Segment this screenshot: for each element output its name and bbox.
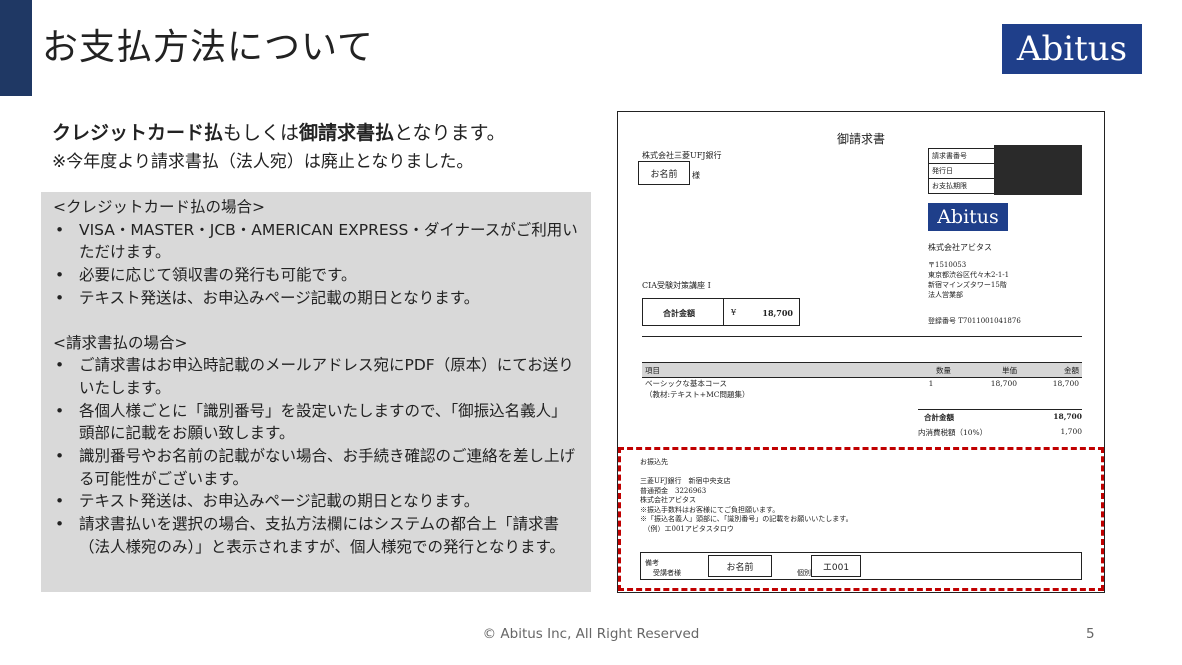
- remarks-label: 備考: [645, 559, 659, 567]
- list-item: 請求書払いを選択の場合、支払方法欄にはシステムの都合上「請求書（法人様宛のみ）」…: [53, 513, 581, 558]
- table-cell: （教材:テキスト+MC問題集）: [645, 390, 750, 399]
- payee-info: お振込先 三菱UFJ銀行 新宿中央支店 普通預金 3226963 株式会社アビタ…: [640, 458, 853, 534]
- sum-value: 18,700: [1053, 412, 1082, 421]
- invoice-items-table: 項目 数量 単価 金額 ベーシックな基本コース 1 18,700 18,700 …: [642, 362, 1082, 400]
- remarks-box: 備考 受講者様 個別番号 お名前 エ001: [640, 552, 1082, 580]
- yen-sign: ¥: [731, 308, 737, 317]
- address-line: 新宿マインズタワー15階: [928, 281, 1007, 289]
- redacted-block: [994, 145, 1082, 195]
- info-label: 発行日: [928, 163, 996, 179]
- payee-line: [640, 468, 853, 478]
- table-cell: [1020, 389, 1082, 400]
- intro-line-1: クレジットカード払もしくは御請求書払となります。: [52, 118, 597, 145]
- invoice-info-table: 請求書番号 発行日 お支払期限: [928, 148, 996, 194]
- list-item: テキスト発送は、お申込みページ記載の期日となります。: [53, 490, 581, 513]
- sum-row: 合計金額 18,700: [918, 409, 1082, 423]
- invoice-address: 〒1510053 東京都渋谷区代々木2-1-1 新宿マインズタワー15階 法人営…: [928, 260, 1009, 300]
- credit-heading: <クレジットカード払の場合>: [53, 198, 265, 216]
- invoice-company: 株式会社アビタス: [928, 243, 992, 252]
- invoice-sample: 御請求書 株式会社三菱UFJ銀行 お名前 様 請求書番号 発行日 お支払期限 A…: [617, 111, 1105, 593]
- table-cell: 1: [928, 379, 934, 388]
- address-line: 〒1510053: [928, 261, 967, 269]
- intro-text: クレジットカード払もしくは御請求書払となります。 ※今年度より請求書払（法人宛）…: [52, 118, 597, 172]
- table-cell: ベーシックな基本コース: [645, 379, 727, 388]
- payee-line: ※「振込名義人」頭部に、「識別番号」の記載をお願いいたします。: [640, 515, 853, 523]
- title-accent-bar: [0, 0, 32, 96]
- table-cell: [954, 389, 1020, 400]
- invoice-subtotal: 合計金額 18,700 内消費税額（10%） 1,700: [918, 409, 1082, 438]
- list-item: ご請求書はお申込時記載のメールアドレス宛にPDF（原本）にてお送りいたします。: [53, 354, 581, 399]
- payee-line: 株式会社アビタス: [640, 496, 696, 504]
- info-label: 請求書番号: [928, 148, 996, 164]
- sum-label: 合計金額: [924, 413, 954, 422]
- table-cell: 18,700: [990, 379, 1017, 388]
- abitus-logo: Abitus: [1002, 24, 1142, 74]
- remarks-name-box: お名前: [708, 555, 772, 577]
- table-cell: 18,700: [1052, 379, 1079, 388]
- total-label: 合計金額: [663, 308, 695, 318]
- payee-line: 三菱UFJ銀行 新宿中央支店: [640, 477, 731, 485]
- payee-line: ※振込手数料はお客様にてご負担願います。: [640, 505, 780, 514]
- address-line: 東京都渋谷区代々木2-1-1: [928, 271, 1010, 279]
- list-item: 識別番号やお名前の記載がない場合、お手続き確認のご連絡を差し上げる可能性がござい…: [53, 445, 581, 490]
- table-cell: [908, 389, 954, 400]
- attendee-label: 受講者様: [653, 569, 681, 577]
- invoice-heading: <請求書払の場合>: [53, 333, 188, 352]
- copyright-footer: © Abitus Inc, All Right Reserved: [482, 626, 700, 642]
- registration-number: 登録番号 T7011001041876: [928, 317, 1021, 325]
- tax-label: 内消費税額（10%）: [918, 428, 988, 437]
- intro-bold-credit: クレジットカード払: [52, 122, 224, 144]
- list-item: 各個人様ごとに「識別番号」を設定いたしますので、「御振込名義人」頭部に記載をお願…: [53, 400, 581, 445]
- remarks-id-box: エ001: [811, 555, 861, 577]
- column-header: 項目: [642, 362, 908, 378]
- tax-value: 1,700: [1060, 427, 1082, 436]
- intro-text-or: もしくは: [223, 122, 300, 144]
- payee-line: 普通預金 3226963: [640, 486, 707, 495]
- divider: [642, 336, 1082, 337]
- invoice-logo: Abitus: [928, 203, 1008, 231]
- page-title: お支払方法について: [42, 27, 374, 68]
- invoice-name-placeholder: お名前: [638, 161, 690, 185]
- payment-details-box: <クレジットカード払の場合> VISA・MASTER・JCB・AMERICAN …: [41, 192, 591, 592]
- credit-list: VISA・MASTER・JCB・AMERICAN EXPRESS・ダイナースがご…: [53, 219, 581, 310]
- intro-text-end: となります。: [394, 122, 506, 144]
- page-number: 5: [1086, 626, 1095, 642]
- column-header: 金額: [1020, 362, 1082, 378]
- list-item: テキスト発送は、お申込みページ記載の期日となります。: [53, 287, 581, 310]
- table-row: ベーシックな基本コース 1 18,700 18,700: [642, 378, 1082, 390]
- intro-bold-invoice: 御請求書払: [299, 122, 395, 144]
- tax-row: 内消費税額（10%） 1,700: [918, 427, 1082, 438]
- divider: [723, 299, 724, 325]
- invoice-honorific: 様: [692, 171, 700, 180]
- invoice-recipient-bank: 株式会社三菱UFJ銀行: [642, 151, 722, 160]
- list-item: 必要に応じて領収書の発行も可能です。: [53, 264, 581, 287]
- column-header: 単価: [954, 362, 1020, 378]
- payee-line: （例）エ001アビタスタロウ: [640, 524, 734, 533]
- invoice-course: CIA受験対策講座 I: [642, 281, 711, 290]
- total-amount: 18,700: [762, 308, 793, 318]
- column-header: 数量: [908, 362, 954, 378]
- address-line: 法人営業部: [928, 291, 963, 299]
- invoice-list: ご請求書はお申込時記載のメールアドレス宛にPDF（原本）にてお送りいたします。 …: [53, 354, 581, 558]
- intro-line-2: ※今年度より請求書払（法人宛）は廃止となりました。: [52, 152, 474, 172]
- list-item: VISA・MASTER・JCB・AMERICAN EXPRESS・ダイナースがご…: [53, 219, 581, 264]
- table-row: （教材:テキスト+MC問題集）: [642, 389, 1082, 400]
- payee-line: お振込先: [640, 458, 668, 466]
- invoice-total-box: 合計金額 ¥ 18,700: [642, 298, 800, 326]
- info-label: お支払期限: [928, 178, 996, 194]
